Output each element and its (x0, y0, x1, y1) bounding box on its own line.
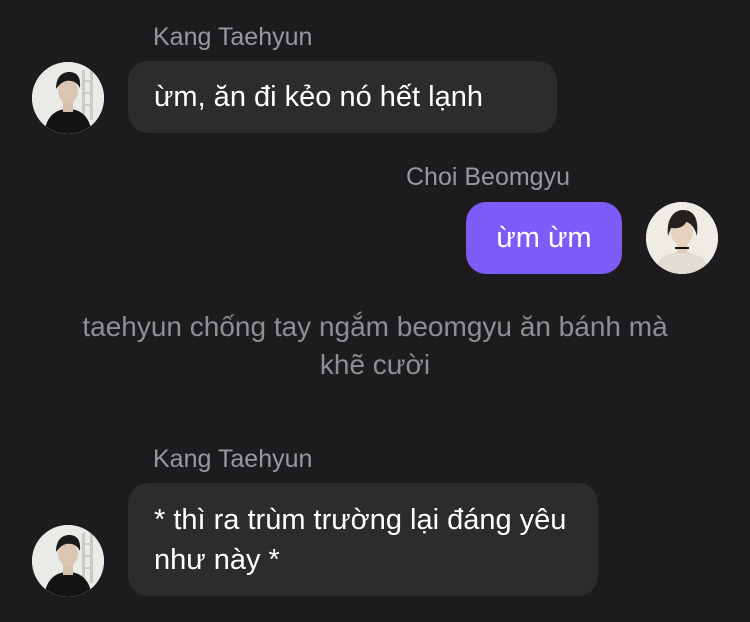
message-bubble[interactable]: * thì ra trùm trường lại đáng yêu như nà… (128, 483, 598, 596)
chat-thread: Kang Taehyun ừm, ăn đi kẻo nó hết lạnh C… (0, 0, 750, 622)
sender-name: Choi Beomgyu (406, 163, 570, 191)
message-text: * thì ra trùm trường lại đáng yêu như nà… (154, 504, 567, 576)
message-bubble[interactable]: ừm, ăn đi kẻo nó hết lạnh (128, 61, 557, 133)
narration-text: taehyun chống tay ngắm beomgyu ăn bánh m… (82, 311, 668, 380)
person-photo-icon (32, 525, 104, 597)
avatar-choi-beomgyu[interactable] (646, 202, 718, 274)
message-bubble[interactable]: ừm ừm (466, 202, 622, 274)
avatar-kang-taehyun[interactable] (32, 62, 104, 134)
person-photo-icon (32, 62, 104, 134)
sender-name: Kang Taehyun (153, 445, 313, 473)
message-text: ừm, ăn đi kẻo nó hết lạnh (154, 81, 483, 113)
person-photo-icon (646, 202, 718, 274)
message-text: ừm ừm (496, 222, 592, 254)
sender-name: Kang Taehyun (153, 23, 313, 51)
avatar-kang-taehyun[interactable] (32, 525, 104, 597)
